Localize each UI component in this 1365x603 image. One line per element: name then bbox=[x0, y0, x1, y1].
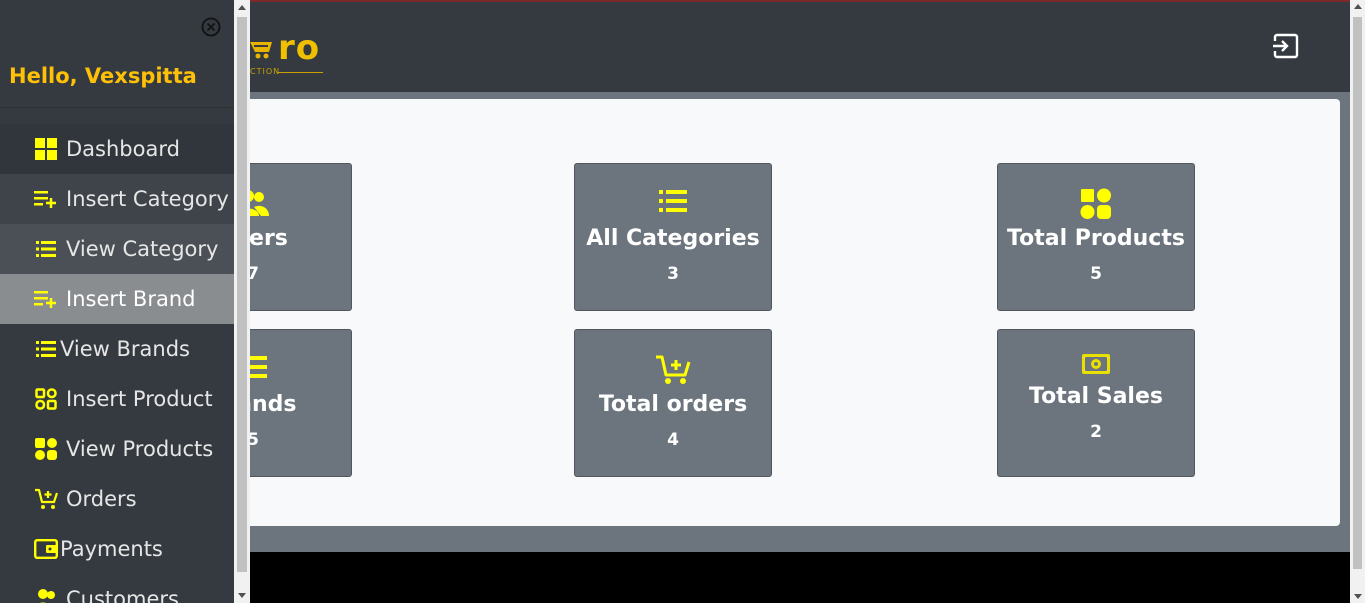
sidebar-divider bbox=[0, 107, 234, 108]
card-title: Total Products bbox=[1007, 226, 1185, 251]
money-icon bbox=[1082, 354, 1110, 374]
grid-round-icon bbox=[34, 437, 58, 461]
sidebar-item-label: View Category bbox=[66, 237, 219, 261]
card-total-sales[interactable]: Total Sales 2 bbox=[997, 329, 1195, 477]
sidebar-scrollbar[interactable] bbox=[234, 0, 250, 603]
card-count: 4 bbox=[667, 430, 679, 450]
sidebar-item-insert-brand[interactable]: Insert Brand bbox=[0, 274, 234, 324]
card-count: 3 bbox=[667, 264, 679, 284]
scroll-up-arrow-icon[interactable] bbox=[1354, 4, 1362, 9]
footer-bar bbox=[250, 552, 1350, 603]
sidebar-item-orders[interactable]: Orders bbox=[0, 474, 234, 524]
card-title: All Categories bbox=[586, 226, 760, 251]
cart-icon bbox=[34, 487, 58, 511]
sidebar-item-view-products[interactable]: View Products bbox=[0, 424, 234, 474]
card-count: 2 bbox=[1090, 422, 1102, 442]
scrollbar-thumb[interactable] bbox=[237, 17, 247, 572]
card-title: Total orders bbox=[598, 392, 748, 417]
sidebar-item-view-brands[interactable]: View Brands bbox=[0, 324, 234, 374]
grid-icon bbox=[34, 137, 58, 161]
scroll-down-arrow-icon[interactable] bbox=[238, 593, 246, 598]
page-scrollbar[interactable] bbox=[1350, 0, 1365, 603]
users-icon bbox=[34, 587, 58, 603]
wallet-icon bbox=[34, 537, 58, 561]
card-title: Total Sales bbox=[1028, 384, 1163, 409]
logo[interactable]: ro CTION bbox=[250, 28, 340, 80]
sidebar-item-view-category[interactable]: View Category bbox=[0, 224, 234, 274]
sidebar-item-label: Dashboard bbox=[66, 137, 180, 161]
list-icon bbox=[34, 237, 58, 261]
scrollbar-thumb[interactable] bbox=[1353, 17, 1362, 569]
sidebar-item-insert-product[interactable]: Insert Product bbox=[0, 374, 234, 424]
sidebar-item-label: Insert Product bbox=[66, 387, 213, 411]
cart-icon bbox=[656, 355, 691, 384]
sidebar-item-dashboard[interactable]: Dashboard bbox=[0, 124, 234, 174]
grid-outline-icon bbox=[34, 387, 58, 411]
logo-tagline: CTION bbox=[250, 67, 281, 76]
scroll-up-arrow-icon[interactable] bbox=[238, 5, 246, 10]
list-icon bbox=[34, 337, 58, 361]
shapes-icon bbox=[1080, 188, 1111, 219]
sidebar-item-insert-category[interactable]: Insert Category bbox=[0, 174, 234, 224]
sidebar-item-label: Customers bbox=[66, 587, 179, 603]
card-total-orders[interactable]: Total orders 4 bbox=[574, 329, 772, 477]
scroll-down-arrow-icon[interactable] bbox=[1354, 594, 1362, 599]
card-all-categories[interactable]: All Categories 3 bbox=[574, 163, 772, 311]
logo-cart-icon bbox=[250, 42, 272, 59]
sidebar-item-customers[interactable]: Customers bbox=[0, 574, 234, 603]
logo-underline bbox=[278, 72, 323, 73]
sidebar: Hello, Vexspitta Dashboard Insert Catego… bbox=[0, 0, 234, 603]
sidebar-item-label: Insert Brand bbox=[66, 287, 196, 311]
sidebar-item-label: Insert Category bbox=[66, 187, 229, 211]
sidebar-item-payments[interactable]: Payments bbox=[0, 524, 234, 574]
card-total-products[interactable]: Total Products 5 bbox=[997, 163, 1195, 311]
card-count: 5 bbox=[1090, 264, 1102, 284]
playlist-add-icon bbox=[34, 187, 58, 211]
sidebar-item-label: Orders bbox=[66, 487, 137, 511]
close-icon[interactable] bbox=[200, 16, 222, 38]
playlist-add-icon bbox=[34, 287, 58, 311]
logout-icon[interactable] bbox=[1272, 32, 1300, 60]
header-bar: ro CTION bbox=[250, 2, 1350, 92]
logo-text: ro bbox=[278, 28, 321, 68]
list-icon bbox=[659, 190, 687, 212]
sidebar-item-label: Payments bbox=[60, 537, 163, 561]
sidebar-item-label: View Products bbox=[66, 437, 214, 461]
sidebar-item-label: View Brands bbox=[60, 337, 190, 361]
greeting: Hello, Vexspitta bbox=[9, 64, 197, 88]
